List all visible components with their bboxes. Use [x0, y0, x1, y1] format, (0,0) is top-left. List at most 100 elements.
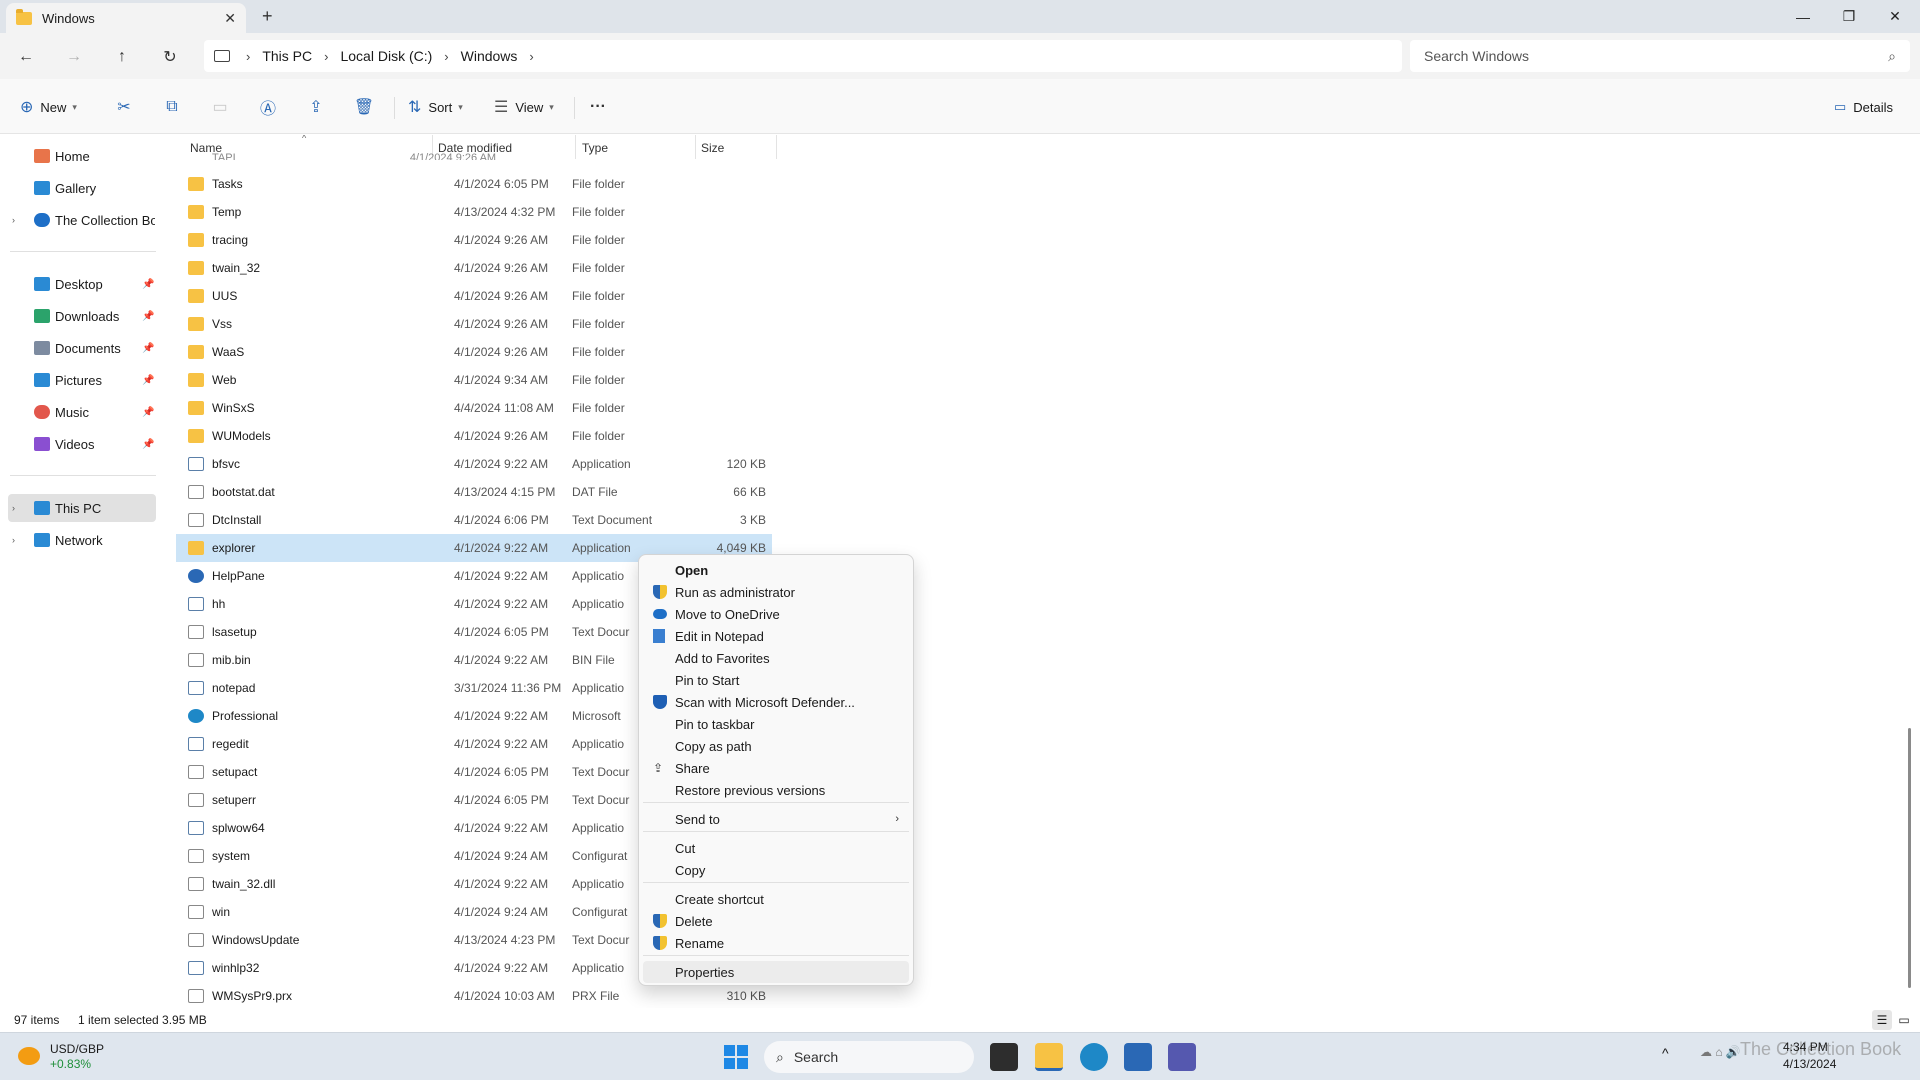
- sidebar-item-label: Videos: [55, 436, 95, 452]
- vertical-scrollbar[interactable]: [1908, 728, 1911, 988]
- menu-item-pin-to-taskbar[interactable]: Pin to taskbar: [643, 713, 909, 735]
- paste-icon[interactable]: ▭: [208, 95, 232, 119]
- breadcrumb-local-disk[interactable]: Local Disk (C:): [340, 48, 432, 64]
- file-explorer-icon[interactable]: [1035, 1043, 1063, 1071]
- table-row[interactable]: WinSxS 4/4/2024 11:08 AM File folder: [176, 394, 772, 422]
- sidebar-item-documents[interactable]: Documents 📌: [0, 334, 156, 362]
- view-button[interactable]: ☰ View ▾: [494, 95, 554, 119]
- taskbar-search[interactable]: ⌕ Search: [764, 1041, 974, 1073]
- breadcrumb-windows[interactable]: Windows: [461, 48, 518, 64]
- search-input[interactable]: Search Windows ⌕: [1410, 40, 1910, 72]
- tiles-view-button[interactable]: ▭: [1894, 1010, 1914, 1030]
- menu-item-open[interactable]: Open: [643, 559, 909, 581]
- cut-icon[interactable]: ✂: [112, 95, 136, 119]
- menu-item-run-as-administrator[interactable]: Run as administrator: [643, 581, 909, 603]
- sidebar-item-onedrive[interactable]: › The Collection Boo: [0, 206, 156, 234]
- table-row[interactable]: Web 4/1/2024 9:34 AM File folder: [176, 366, 772, 394]
- table-row[interactable]: WaaS 4/1/2024 9:26 AM File folder: [176, 338, 772, 366]
- sidebar-item-desktop[interactable]: Desktop 📌: [0, 270, 156, 298]
- menu-item-delete[interactable]: Delete: [643, 910, 909, 932]
- breadcrumb-this-pc[interactable]: This PC: [262, 48, 312, 64]
- share-icon[interactable]: ⇪: [304, 95, 328, 119]
- menu-item-edit-in-notepad[interactable]: Edit in Notepad: [643, 625, 909, 647]
- table-row[interactable]: UUS 4/1/2024 9:26 AM File folder: [176, 282, 772, 310]
- column-header-type[interactable]: Type: [582, 135, 608, 160]
- back-button[interactable]: ←: [12, 43, 40, 71]
- chevron-right-icon[interactable]: ›: [444, 49, 448, 64]
- tray-icons[interactable]: ☁ ⌂ 🔊: [1700, 1045, 1741, 1059]
- start-icon[interactable]: [722, 1043, 750, 1071]
- forward-button[interactable]: →: [60, 43, 88, 71]
- sidebar-item-downloads[interactable]: Downloads 📌: [0, 302, 156, 330]
- table-row[interactable]: bootstat.dat 4/13/2024 4:15 PM DAT File 66 …: [176, 478, 772, 506]
- widgets-button[interactable]: USD/GBP +0.83%: [14, 1041, 114, 1073]
- task-view-icon[interactable]: [990, 1043, 1018, 1071]
- menu-item-properties[interactable]: Properties: [643, 961, 909, 983]
- table-row[interactable]: WUModels 4/1/2024 9:26 AM File folder: [176, 422, 772, 450]
- new-tab-button[interactable]: +: [262, 6, 273, 27]
- table-row[interactable]: WMSysPr9.prx 4/1/2024 10:03 AM PRX File 310…: [176, 982, 772, 1010]
- restore-button[interactable]: ❐: [1826, 0, 1872, 33]
- menu-item-send-to[interactable]: Send to ›: [643, 808, 909, 830]
- table-row[interactable]: Vss 4/1/2024 9:26 AM File folder: [176, 310, 772, 338]
- menu-item-pin-to-start[interactable]: Pin to Start: [643, 669, 909, 691]
- close-tab-button[interactable]: ✕: [224, 10, 236, 27]
- breadcrumb[interactable]: › This PC › Local Disk (C:) › Windows ›: [204, 40, 1402, 72]
- menu-item-rename[interactable]: Rename: [643, 932, 909, 954]
- expand-icon[interactable]: ›: [12, 503, 15, 513]
- file-name: winhlp32: [212, 961, 260, 975]
- onedrive-icon: [653, 609, 667, 619]
- table-row[interactable]: Tasks 4/1/2024 6:05 PM File folder: [176, 170, 772, 198]
- sidebar-item-music[interactable]: Music 📌: [0, 398, 156, 426]
- table-row[interactable]: twain_32 4/1/2024 9:26 AM File folder: [176, 254, 772, 282]
- menu-item-share[interactable]: ⇪ Share: [643, 757, 909, 779]
- sidebar-item-gallery[interactable]: Gallery: [0, 174, 156, 202]
- menu-item-add-to-favorites[interactable]: Add to Favorites: [643, 647, 909, 669]
- close-window-button[interactable]: ✕: [1872, 0, 1918, 33]
- tab-windows[interactable]: Windows ✕: [6, 3, 246, 33]
- edge-icon[interactable]: [1080, 1043, 1108, 1071]
- chevron-right-icon[interactable]: ›: [324, 49, 328, 64]
- details-pane-button[interactable]: ▭ Details: [1834, 95, 1893, 119]
- refresh-button[interactable]: ↻: [156, 43, 184, 71]
- expand-icon[interactable]: ›: [12, 215, 15, 225]
- column-divider[interactable]: [776, 135, 777, 159]
- chevron-right-icon[interactable]: ›: [246, 49, 250, 64]
- column-header-size[interactable]: Size: [701, 135, 724, 160]
- table-row[interactable]: tracing 4/1/2024 9:26 AM File folder: [176, 226, 772, 254]
- tray-overflow-icon[interactable]: ^: [1662, 1045, 1669, 1061]
- teams-icon[interactable]: [1168, 1043, 1196, 1071]
- table-row[interactable]: Temp 4/13/2024 4:32 PM File folder: [176, 198, 772, 226]
- sidebar-item-home[interactable]: Home: [0, 142, 156, 170]
- more-options-icon[interactable]: ···: [586, 95, 610, 119]
- table-row[interactable]: bfsvc 4/1/2024 9:22 AM Application 120 KB: [176, 450, 772, 478]
- menu-item-copy[interactable]: Copy: [643, 859, 909, 881]
- sidebar-item-network[interactable]: › Network: [0, 526, 156, 554]
- table-row[interactable]: DtcInstall 4/1/2024 6:06 PM Text Document 3…: [176, 506, 772, 534]
- sidebar-item-videos[interactable]: Videos 📌: [0, 430, 156, 458]
- menu-item-scan-with-microsoft-defender[interactable]: Scan with Microsoft Defender...: [643, 691, 909, 713]
- clock-time[interactable]: 4:34 PM: [1783, 1040, 1828, 1054]
- copy-icon[interactable]: ⧉: [160, 95, 184, 119]
- sort-button[interactable]: ⇅ Sort ▾: [408, 95, 463, 119]
- clock-date[interactable]: 4/13/2024: [1783, 1057, 1836, 1071]
- menu-item-create-shortcut[interactable]: Create shortcut: [643, 888, 909, 910]
- new-button[interactable]: ⊕ New ▾: [20, 95, 77, 119]
- chevron-right-icon[interactable]: ›: [529, 49, 533, 64]
- menu-item-cut[interactable]: Cut: [643, 837, 909, 859]
- column-divider[interactable]: [695, 135, 696, 159]
- up-button[interactable]: ↑: [108, 43, 136, 71]
- file-date: 4/1/2024 9:22 AM: [454, 569, 549, 583]
- store-icon[interactable]: [1124, 1043, 1152, 1071]
- menu-item-move-to-onedrive[interactable]: Move to OneDrive: [643, 603, 909, 625]
- delete-icon[interactable]: 🗑: [352, 95, 376, 119]
- details-view-button[interactable]: ☰: [1872, 1010, 1892, 1030]
- menu-item-restore-previous-versions[interactable]: Restore previous versions: [643, 779, 909, 801]
- column-divider[interactable]: [575, 135, 576, 159]
- sidebar-item-pictures[interactable]: Pictures 📌: [0, 366, 156, 394]
- rename-icon[interactable]: Ⓐ: [256, 95, 280, 119]
- expand-icon[interactable]: ›: [12, 535, 15, 545]
- sidebar-item-this-pc[interactable]: › This PC: [8, 494, 156, 522]
- minimize-button[interactable]: —: [1780, 0, 1826, 33]
- menu-item-copy-as-path[interactable]: Copy as path: [643, 735, 909, 757]
